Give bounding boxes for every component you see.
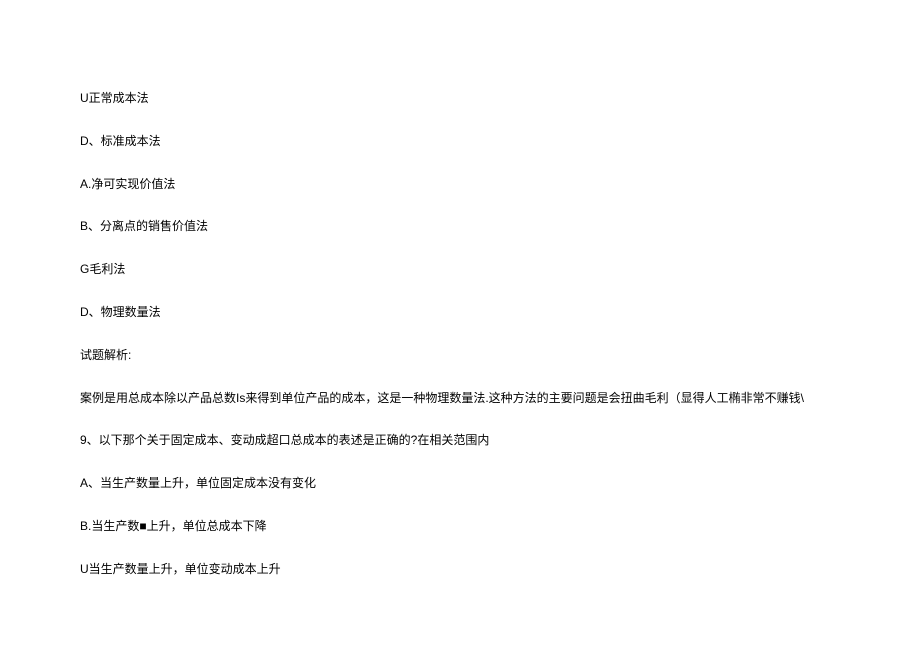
option-line-b-sales-value: B、分离点的销售价值法 [80,218,840,235]
option-line-d-physical-quantity: D、物理数量法 [80,304,840,321]
option-line-u-normal-cost: U正常成本法 [80,90,840,107]
option-line-b-total-cost: B.当生产数■上升，单位总成本下降 [80,518,840,535]
option-line-d-standard-cost: D、标准成本法 [80,133,840,150]
option-line-a-net-realizable: A.净可实现价值法 [80,176,840,193]
analysis-text: 案例是用总成本除以产品总数Is来得到单位产品的成本，这是一种物理数量法.这种方法… [80,390,840,407]
option-line-g-gross-profit: G毛利法 [80,261,840,278]
option-line-u-variable-cost: U当生产数量上升，单位变动成本上升 [80,561,840,578]
option-line-a-fixed-cost: A、当生产数量上升，单位固定成本没有变化 [80,475,840,492]
analysis-header: 试题解析: [80,347,840,364]
question-9: 9、以下那个关于固定成本、变动成超口总成本的表述是正确的?在相关范围内 [80,432,840,449]
